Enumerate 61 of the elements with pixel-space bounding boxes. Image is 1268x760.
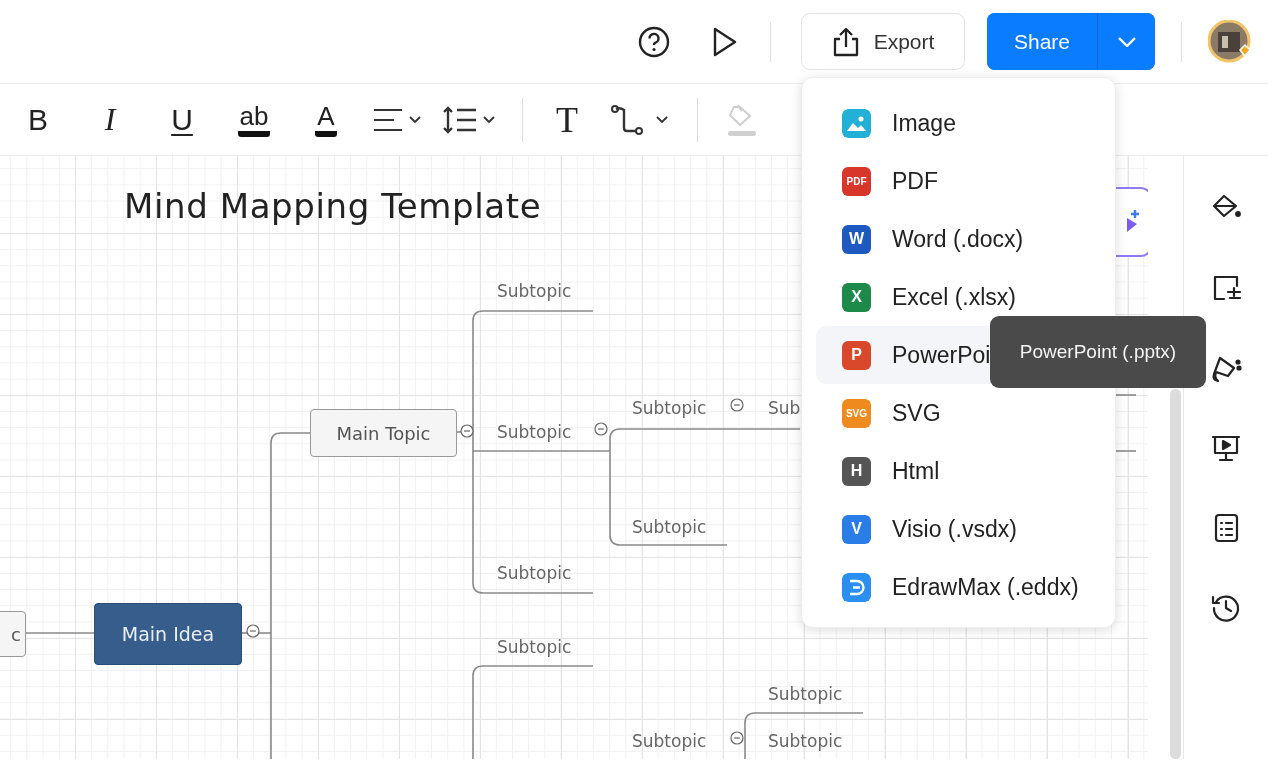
collapse-icon[interactable]	[594, 422, 608, 436]
bold-button[interactable]: B	[6, 95, 70, 144]
ai-assistant-button[interactable]	[1116, 187, 1148, 257]
subtopic-label: Subtopic	[632, 397, 707, 419]
menu-item[interactable]: EdrawMax (.eddx)	[816, 558, 1101, 616]
file-type-icon: V	[842, 514, 871, 544]
menu-item[interactable]: H Html	[816, 442, 1101, 500]
highlight-button[interactable]: ab	[222, 95, 286, 144]
topic-node: c	[0, 611, 26, 657]
tooltip: PowerPoint (.pptx)	[990, 316, 1206, 388]
collapse-icon[interactable]	[460, 424, 474, 438]
paint-bucket-icon	[726, 102, 758, 137]
caret-icon	[1117, 36, 1136, 47]
collapse-icon[interactable]	[730, 731, 744, 745]
diagram-title: Mind Mapping Template	[124, 186, 542, 226]
file-type-icon: P	[842, 340, 871, 370]
subtopic-label: Subtopic	[497, 421, 572, 443]
font-color-button[interactable]: A	[294, 95, 358, 144]
file-type-icon: PDF	[842, 166, 871, 196]
avatar-icon[interactable]	[1208, 19, 1252, 64]
connector-line	[1115, 394, 1137, 396]
menu-item-label: Word (.docx)	[892, 225, 1024, 253]
italic-button[interactable]: I	[78, 95, 142, 144]
subtopic-label: Subtopic	[497, 280, 572, 302]
menu-item-label: Excel (.xlsx)	[892, 283, 1016, 311]
text-button[interactable]: T	[535, 95, 599, 144]
collapse-icon[interactable]	[730, 398, 744, 412]
connector-line	[25, 632, 95, 634]
menu-item[interactable]: Image	[816, 94, 1101, 152]
file-type-icon: W	[842, 224, 871, 254]
menu-item-label: PDF	[892, 167, 938, 195]
topic-node: Main Topic	[310, 409, 457, 457]
menu-item[interactable]: PDF PDF	[816, 152, 1101, 210]
share-options-button[interactable]	[1097, 13, 1155, 70]
menu-item-label: SVG	[892, 399, 941, 427]
connector-line	[1115, 450, 1137, 452]
help-icon[interactable]	[638, 25, 670, 58]
subtopic-label: Subtopic	[632, 516, 707, 538]
menu-item-label: Html	[892, 457, 940, 485]
subtopic-label: Subtopic	[768, 683, 843, 705]
menu-item-label: Visio (.vsdx)	[892, 515, 1017, 543]
menu-item[interactable]: V Visio (.vsdx)	[816, 500, 1101, 558]
subtopic-label: Sub	[768, 397, 801, 419]
menu-item-label: PowerPoi	[892, 341, 991, 369]
sparkle-icon	[1127, 209, 1139, 232]
collapse-icon[interactable]	[246, 624, 260, 638]
main-idea-node: Main Idea	[94, 603, 242, 665]
upload-icon	[831, 26, 860, 57]
subtopic-label: Subtopic	[497, 562, 572, 584]
file-type-icon: SVG	[842, 398, 871, 428]
subtopic-label: Subtopic	[497, 636, 572, 658]
export-button[interactable]: Export	[801, 13, 965, 70]
subtopic-label: Subtopic	[632, 730, 707, 752]
scrollbar[interactable]	[1170, 389, 1181, 759]
menu-item-label: EdrawMax (.eddx)	[892, 573, 1079, 601]
file-type-icon: H	[842, 456, 871, 486]
subtopic-label: Subtopic	[768, 730, 843, 752]
menu-item[interactable]: W Word (.docx)	[816, 210, 1101, 268]
menu-item-label: Image	[892, 109, 956, 137]
file-type-icon: X	[842, 282, 871, 312]
underline-button[interactable]: U	[150, 95, 214, 144]
